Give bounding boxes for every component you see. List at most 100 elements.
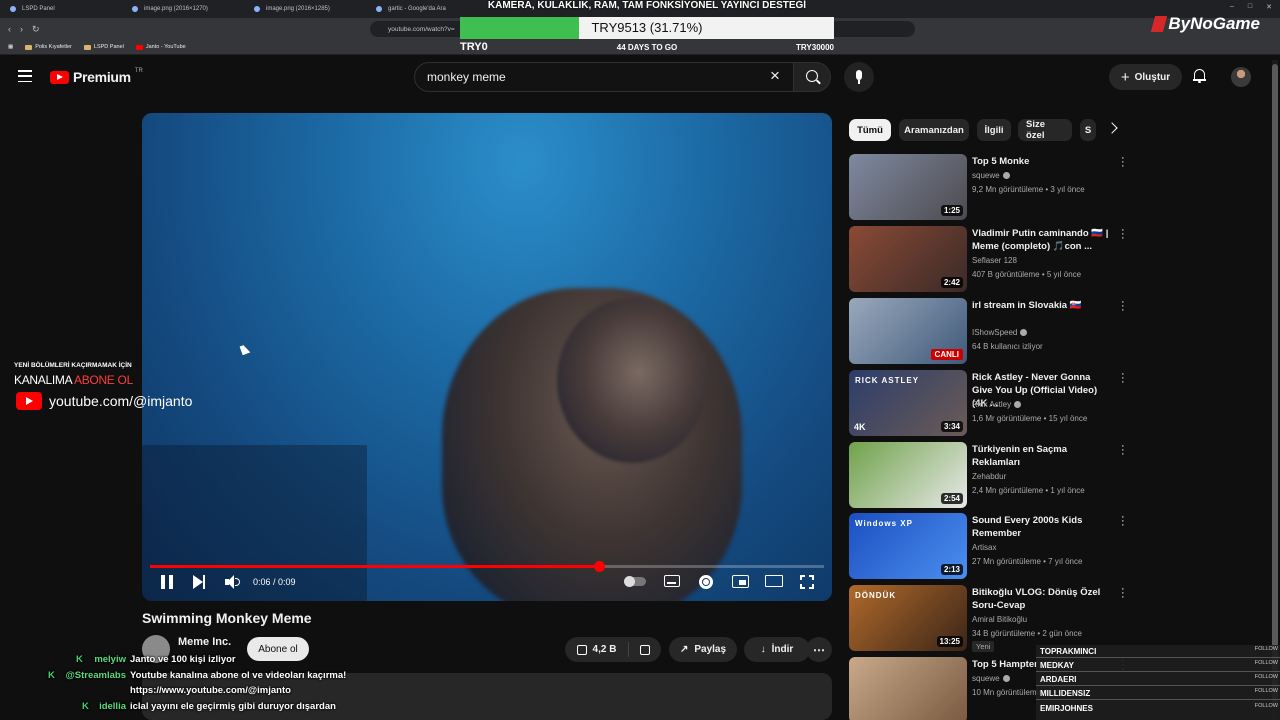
chat-message: https://www.youtube.com/@imjanto: [130, 685, 291, 696]
more-vert-icon[interactable]: ···: [1121, 512, 1125, 531]
bookmark-item[interactable]: Polis Kıyafetler: [25, 44, 72, 50]
recommended-video[interactable]: 1:25 Top 5 Monke squewe 9,2 Mn görüntüleme …: [849, 153, 1139, 222]
browser-tab[interactable]: image.png (2016×1285): [244, 0, 366, 18]
bookmark-label: Janto - YouTube: [145, 44, 186, 50]
tab-label: gartic - Google'da Ara: [388, 6, 446, 12]
followers-panel: TOPRAKMINCI FOLLOW MEDKAY FOLLOW ARDAERI FO…: [1036, 645, 1280, 720]
more-vert-icon[interactable]: ···: [1121, 584, 1125, 603]
recommended-video[interactable]: 2:42 Vladimir Putin caminando 🇷🇺 | Meme (…: [849, 225, 1139, 294]
video-thumbnail[interactable]: 1:25: [849, 154, 967, 220]
follower-tag: FOLLOW: [1254, 646, 1278, 652]
channel-name: Rick Astley: [972, 400, 1022, 409]
menu-icon[interactable]: [18, 70, 32, 82]
back-icon[interactable]: ‹: [8, 24, 11, 35]
plus-icon: +: [1120, 68, 1130, 86]
autoplay-toggle[interactable]: [624, 576, 646, 587]
video-title[interactable]: Türkiyenin en Saçma Reklamları: [972, 443, 1112, 469]
page-scrollbar[interactable]: [1272, 60, 1278, 720]
video-thumbnail[interactable]: 2:42: [849, 226, 967, 292]
video-title[interactable]: Top 5 Monke: [972, 155, 1112, 168]
search-button[interactable]: [793, 62, 831, 92]
subscribe-button[interactable]: Abone ol: [247, 637, 309, 661]
donation-progress-text: TRY9513 (31.71%): [591, 20, 703, 35]
pause-icon[interactable]: [161, 575, 173, 589]
channel-name[interactable]: Meme Inc.: [178, 636, 231, 648]
chevron-right-icon[interactable]: [1106, 122, 1118, 134]
video-title[interactable]: Sound Every 2000s Kids Remember: [972, 514, 1112, 540]
create-button[interactable]: + Oluştur: [1109, 64, 1182, 90]
apps-icon[interactable]: ▦: [8, 44, 13, 50]
video-meta: 9,2 Mn görüntüleme • 3 yıl önce: [972, 185, 1085, 194]
more-vert-icon[interactable]: ···: [1121, 153, 1125, 172]
fullscreen-icon[interactable]: [800, 575, 814, 589]
recommended-video[interactable]: CANLI irl stream in Slovakia 🇸🇰 IShowSpeed…: [849, 297, 1139, 366]
close-icon[interactable]: ✕: [1266, 3, 1272, 11]
chip-more[interactable]: S: [1080, 119, 1096, 141]
dislike-button[interactable]: [629, 637, 661, 662]
more-vert-icon[interactable]: ···: [1121, 441, 1125, 460]
chat-user: melyiw: [94, 654, 126, 665]
download-button[interactable]: ↓ İndir: [744, 637, 810, 662]
like-button[interactable]: 4,2 B: [565, 637, 628, 662]
chip-all[interactable]: Tümü: [849, 119, 891, 141]
theater-mode-icon[interactable]: [765, 575, 783, 587]
player-controls: 0:06 / 0:09: [142, 571, 832, 597]
verified-icon: [1020, 329, 1028, 337]
download-label: İndir: [771, 644, 794, 655]
bookmark-item[interactable]: LSPD Panel: [83, 44, 124, 50]
youtube-logo[interactable]: Premium TR: [50, 68, 143, 85]
thumbs-up-icon: [576, 644, 587, 655]
new-badge: Yeni: [972, 641, 995, 652]
recommended-video[interactable]: RICK ASTLEY 4K 3:34 Rick Astley - Never Gon…: [849, 369, 1139, 438]
recommended-video[interactable]: Windows XP 2:13 Sound Every 2000s Kids Rem…: [849, 512, 1139, 581]
forward-icon[interactable]: ›: [20, 24, 23, 35]
video-thumbnail[interactable]: [849, 657, 967, 720]
follower-name: ARDAERI: [1040, 675, 1077, 684]
chip-related[interactable]: İlgili: [977, 119, 1011, 141]
share-button[interactable]: ↗ Paylaş: [669, 637, 737, 662]
video-thumbnail[interactable]: RICK ASTLEY 4K 3:34: [849, 370, 967, 436]
youtube-logo-icon: [16, 392, 42, 410]
video-thumbnail[interactable]: DÖNDÜK 13:25: [849, 585, 967, 651]
more-vert-icon[interactable]: ···: [1121, 225, 1125, 244]
more-vert-icon[interactable]: ···: [1121, 369, 1125, 388]
video-title[interactable]: Bitikoğlu VLOG: Dönüş Özel Soru-Cevap: [972, 586, 1112, 612]
brand-logo: ByNoGame: [1151, 14, 1260, 34]
scrollbar-thumb[interactable]: [1272, 64, 1278, 704]
bookmark-item[interactable]: Janto - YouTube: [135, 44, 186, 50]
browser-tab[interactable]: image.png (2016×1270): [122, 0, 244, 18]
next-icon[interactable]: [193, 575, 206, 589]
reload-icon[interactable]: ↻: [32, 24, 40, 35]
notifications-bell-icon[interactable]: [1193, 69, 1206, 83]
thumbnail-text: Windows XP: [855, 519, 913, 528]
search-input[interactable]: monkey meme: [414, 62, 794, 92]
channel-label: Amiral Bitikoğlu: [972, 615, 1028, 624]
subtitles-icon[interactable]: [664, 575, 680, 587]
browser-tab[interactable]: LSPD Panel: [0, 0, 122, 18]
video-duration: 2:13: [940, 564, 963, 575]
video-thumbnail[interactable]: CANLI: [849, 298, 967, 364]
maximize-icon[interactable]: □: [1248, 3, 1252, 11]
volume-icon[interactable]: [225, 575, 241, 589]
user-avatar[interactable]: [1231, 67, 1251, 87]
recommended-video[interactable]: DÖNDÜK 13:25 Bitikoğlu VLOG: Dönüş Özel So…: [849, 584, 1139, 653]
video-duration: 1:25: [940, 205, 963, 216]
miniplayer-icon[interactable]: [732, 575, 749, 588]
video-meta: 34 B görüntüleme • 2 gün önce: [972, 629, 1082, 638]
more-actions-icon[interactable]: ⋯: [806, 637, 832, 662]
recommended-video[interactable]: 2:54 Türkiyenin en Saçma Reklamları Zehabd…: [849, 441, 1139, 510]
chip-for-you[interactable]: Size özel: [1018, 119, 1072, 141]
video-thumbnail[interactable]: Windows XP 2:13: [849, 513, 967, 579]
minimize-icon[interactable]: –: [1230, 3, 1234, 11]
donation-goal-overlay: KAMERA, KULAKLIK, RAM, TAM FONKSİYONEL Y…: [460, 0, 834, 56]
video-progress-bar[interactable]: [150, 561, 824, 572]
video-title[interactable]: Vladimir Putin caminando 🇷🇺 | Meme (comp…: [972, 227, 1112, 253]
more-vert-icon[interactable]: ···: [1121, 297, 1125, 316]
video-title[interactable]: irl stream in Slovakia 🇸🇰: [972, 299, 1112, 312]
settings-gear-icon[interactable]: [699, 575, 713, 589]
chip-from-search[interactable]: Aramanızdan: [899, 119, 969, 141]
country-code: TR: [134, 68, 143, 74]
clear-search-icon[interactable]: ×: [770, 67, 780, 84]
voice-search-button[interactable]: [844, 62, 874, 92]
video-thumbnail[interactable]: 2:54: [849, 442, 967, 508]
